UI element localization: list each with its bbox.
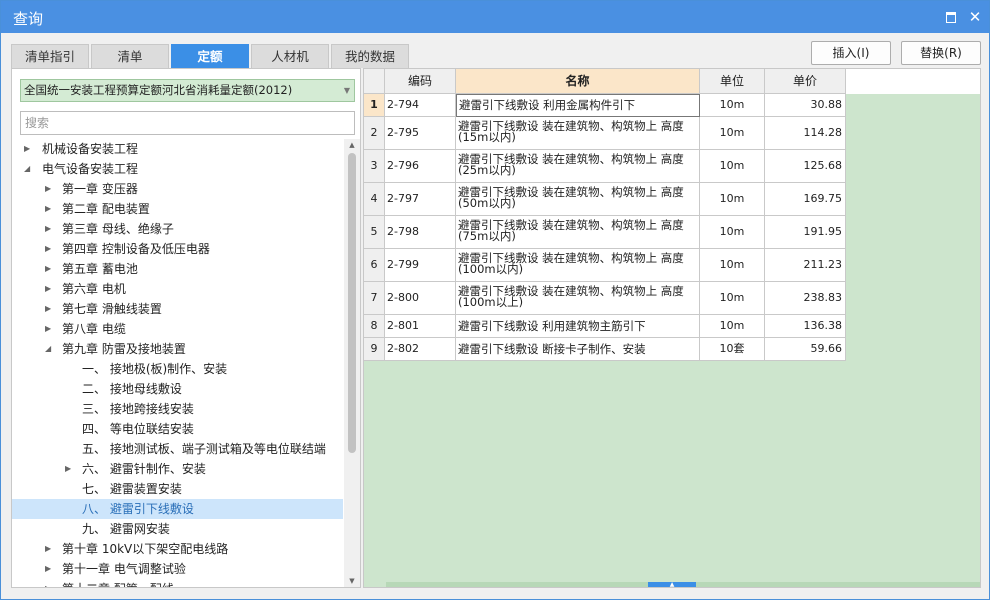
quota-library-value: 全国统一安装工程预算定额河北省消耗量定额(2012) xyxy=(24,83,293,97)
table-row[interactable]: 3 2-796 避雷引下线敷设 装在建筑物、构筑物上 高度(25m以内) 10m… xyxy=(364,150,846,183)
expand-arrow-icon[interactable]: ▶ xyxy=(45,179,55,199)
tab-my-data[interactable]: 我的数据 xyxy=(331,44,409,68)
expand-arrow-icon[interactable]: ▶ xyxy=(45,579,55,587)
expand-arrow-icon[interactable]: ▶ xyxy=(45,259,55,279)
quota-library-select[interactable]: 全国统一安装工程预算定额河北省消耗量定额(2012) ▼ xyxy=(20,79,355,102)
tree-node[interactable]: 四、 等电位联结安装 xyxy=(12,419,343,439)
chapter-tree: ▶ 机械设备安装工程 ◢ 电气设备安装工程 ▶ 第一章 变压器 ▶ 第二章 配电装置 ▶… xyxy=(12,139,344,587)
table-row[interactable]: 5 2-798 避雷引下线敷设 装在建筑物、构筑物上 高度(75m以内) 10m… xyxy=(364,216,846,249)
scroll-up-icon[interactable]: ▲ xyxy=(344,139,360,151)
column-header-code[interactable]: 编码 xyxy=(385,69,456,94)
tree-node[interactable]: ◢ 第九章 防雷及接地装置 xyxy=(12,339,343,359)
expand-arrow-icon[interactable]: ▶ xyxy=(45,559,55,579)
tree-node[interactable]: ▶ 第五章 蓄电池 xyxy=(12,259,343,279)
tree-node[interactable]: ▶ 第三章 母线、绝缘子 xyxy=(12,219,343,239)
tab-quota[interactable]: 定额 xyxy=(171,44,249,68)
table-row[interactable]: 6 2-799 避雷引下线敷设 装在建筑物、构筑物上 高度(100m以内) 10… xyxy=(364,249,846,282)
column-header-unit[interactable]: 单位 xyxy=(700,69,765,94)
tab-labor-material-machine[interactable]: 人材机 xyxy=(251,44,329,68)
tree-node[interactable]: 一、 接地极(板)制作、安装 xyxy=(12,359,343,379)
tree-node[interactable]: 二、 接地母线敷设 xyxy=(12,379,343,399)
tree-node[interactable]: ▶ 第七章 滑触线装置 xyxy=(12,299,343,319)
table-row[interactable]: 1 2-794 避雷引下线敷设 利用金属构件引下 10m 30.88 xyxy=(364,94,846,117)
expand-arrow-icon[interactable]: ▶ xyxy=(45,239,55,259)
tree-node[interactable]: ▶ 机械设备安装工程 xyxy=(12,139,343,159)
table-row[interactable]: 8 2-801 避雷引下线敷设 利用建筑物主筋引下 10m 136.38 xyxy=(364,315,846,338)
grid-horizontal-scrollbar[interactable]: ▲ xyxy=(386,582,980,588)
tab-list-guide[interactable]: 清单指引 xyxy=(11,44,89,68)
quota-grid: 编码 名称 单位 单价 1 2-794 避雷引下线敷设 利用金属构件引下 10m… xyxy=(363,68,981,588)
expand-arrow-icon[interactable]: ▶ xyxy=(45,539,55,559)
dropdown-arrow-icon[interactable]: ▼ xyxy=(344,80,350,101)
tree-node[interactable]: ▶第十二章 配管、配线 xyxy=(12,579,343,587)
scroll-down-icon[interactable]: ▼ xyxy=(344,575,360,587)
grid-corner xyxy=(364,69,385,94)
tree-node[interactable]: 五、 接地测试板、端子测试箱及等电位联结端 xyxy=(12,439,343,459)
tree-scrollbar[interactable]: ▲ ▼ xyxy=(344,139,360,587)
tree-node[interactable]: ▶ 第二章 配电装置 xyxy=(12,199,343,219)
scroll-thumb[interactable]: ▲ xyxy=(648,582,696,588)
scroll-thumb[interactable] xyxy=(348,153,356,453)
table-row[interactable]: 2 2-795 避雷引下线敷设 装在建筑物、构筑物上 高度(15m以内) 10m… xyxy=(364,117,846,150)
table-row[interactable]: 7 2-800 避雷引下线敷设 装在建筑物、构筑物上 高度(100m以上) 10… xyxy=(364,282,846,315)
column-header-name[interactable]: 名称 xyxy=(456,69,700,94)
tree-node[interactable]: 七、 避雷装置安装 xyxy=(12,479,343,499)
collapse-arrow-icon[interactable]: ◢ xyxy=(24,159,34,179)
tree-node[interactable]: ◢ 电气设备安装工程 xyxy=(12,159,343,179)
expand-arrow-icon[interactable]: ▶ xyxy=(24,139,34,159)
tree-node[interactable]: ▶ 六、 避雷针制作、安装 xyxy=(12,459,343,479)
tree-node-selected[interactable]: 八、 避雷引下线敷设 xyxy=(12,499,343,519)
tab-list[interactable]: 清单 xyxy=(91,44,169,68)
expand-arrow-icon[interactable]: ▶ xyxy=(45,199,55,219)
expand-arrow-icon[interactable]: ▶ xyxy=(45,319,55,339)
expand-arrow-icon[interactable]: ▶ xyxy=(65,459,75,479)
tree-node[interactable]: ▶ 第十一章 电气调整试验 xyxy=(12,559,343,579)
column-header-price[interactable]: 单价 xyxy=(765,69,846,94)
tree-node[interactable]: 三、 接地跨接线安装 xyxy=(12,399,343,419)
title-bar[interactable]: 查询 ✕ xyxy=(1,1,989,33)
table-row[interactable]: 4 2-797 避雷引下线敷设 装在建筑物、构筑物上 高度(50m以内) 10m… xyxy=(364,183,846,216)
tree-node[interactable]: ▶ 第四章 控制设备及低压电器 xyxy=(12,239,343,259)
close-icon[interactable]: ✕ xyxy=(967,9,983,25)
expand-arrow-icon[interactable]: ▶ xyxy=(45,299,55,319)
collapse-arrow-icon[interactable]: ◢ xyxy=(45,339,55,359)
query-window: 查询 ✕ 清单指引 清单 定额 人材机 我的数据 插入(I) 替换(R) 全国统… xyxy=(0,0,990,600)
table-row[interactable]: 9 2-802 避雷引下线敷设 断接卡子制作、安装 10套 59.66 xyxy=(364,338,846,361)
tree-node[interactable]: ▶ 第十章 10kV以下架空配电线路 xyxy=(12,539,343,559)
expand-arrow-icon[interactable]: ▶ xyxy=(45,279,55,299)
tree-node[interactable]: 九、 避雷网安装 xyxy=(12,519,343,539)
quota-tree-panel: 全国统一安装工程预算定额河北省消耗量定额(2012) ▼ 搜索 ▶ 机械设备安装工… xyxy=(11,68,361,588)
replace-button[interactable]: 替换(R) xyxy=(901,41,981,65)
tree-node[interactable]: ▶ 第六章 电机 xyxy=(12,279,343,299)
tree-node[interactable]: ▶ 第一章 变压器 xyxy=(12,179,343,199)
search-input[interactable]: 搜索 xyxy=(20,111,355,135)
window-title: 查询 xyxy=(13,10,44,28)
insert-button[interactable]: 插入(I) xyxy=(811,41,891,65)
maximize-icon[interactable] xyxy=(943,9,959,25)
grid-header: 编码 名称 单位 单价 xyxy=(364,69,980,94)
tree-node[interactable]: ▶ 第八章 电缆 xyxy=(12,319,343,339)
expand-arrow-icon[interactable]: ▶ xyxy=(45,219,55,239)
